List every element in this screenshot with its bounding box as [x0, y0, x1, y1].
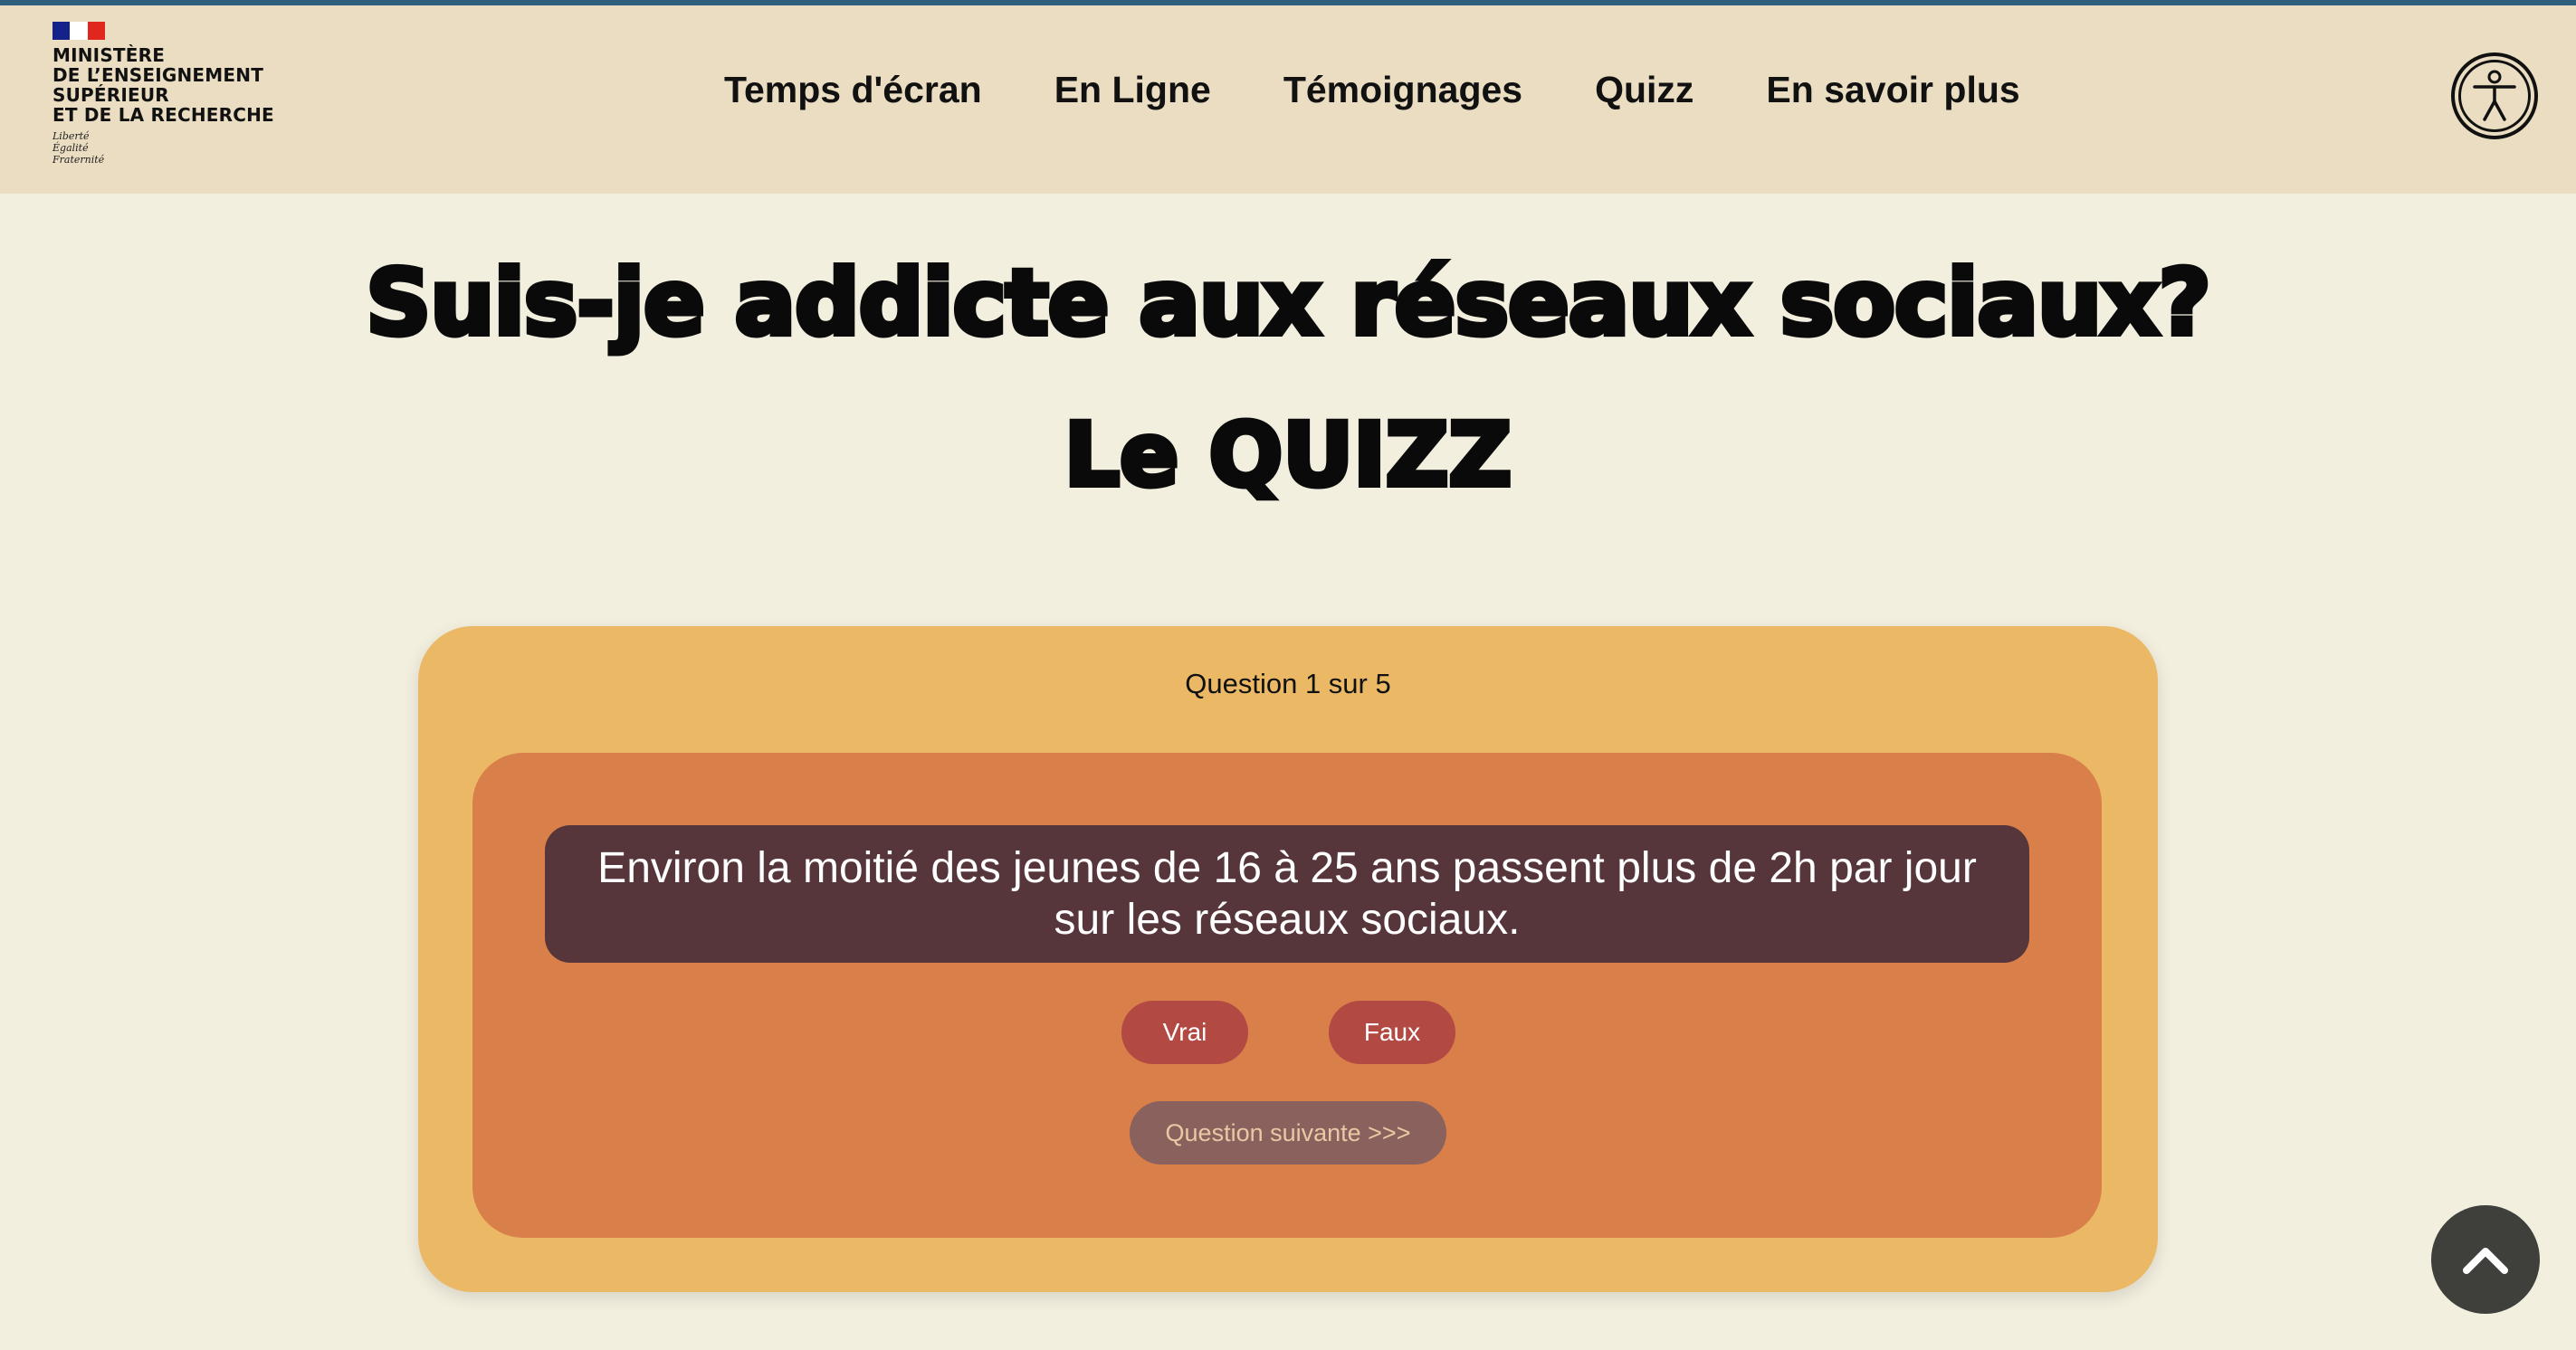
nav-item-temps-ecran[interactable]: Temps d'écran	[724, 69, 982, 111]
ministry-name: MINISTÈRE DE L’ENSEIGNEMENT SUPÉRIEUR ET…	[52, 45, 279, 125]
republic-motto: Liberté Égalité Fraternité	[52, 130, 279, 166]
accessibility-button[interactable]	[2451, 52, 2538, 139]
site-header: MINISTÈRE DE L’ENSEIGNEMENT SUPÉRIEUR ET…	[0, 5, 2576, 194]
motto-line: Fraternité	[52, 154, 105, 166]
scroll-to-top-button[interactable]	[2431, 1205, 2540, 1314]
chevron-up-icon	[2463, 1248, 2508, 1274]
ministry-name-line: DE L’ENSEIGNEMENT	[52, 64, 264, 86]
answer-false-button[interactable]: Faux	[1329, 1001, 1455, 1064]
answer-true-button[interactable]: Vrai	[1121, 1001, 1248, 1064]
ministry-name-line: MINISTÈRE	[52, 44, 166, 66]
nav-item-temoignages[interactable]: Témoignages	[1283, 69, 1522, 111]
nav-item-en-ligne[interactable]: En Ligne	[1054, 69, 1211, 111]
french-flag-icon	[52, 22, 105, 40]
nav-item-en-savoir-plus[interactable]: En savoir plus	[1766, 69, 2019, 111]
page-subtitle: Le QUIZZ	[1062, 402, 1514, 509]
accessibility-person-icon	[2458, 60, 2531, 132]
motto-line: Égalité	[52, 142, 89, 154]
quiz-progress: Question 1 sur 5	[1185, 668, 1391, 699]
next-question-button[interactable]: Question suivante >>>	[1130, 1101, 1446, 1165]
ministry-name-line: SUPÉRIEUR	[52, 84, 169, 106]
ministry-logo[interactable]: MINISTÈRE DE L’ENSEIGNEMENT SUPÉRIEUR ET…	[52, 22, 279, 176]
main-navigation: Temps d'écran En Ligne Témoignages Quizz…	[724, 69, 2020, 111]
motto-line: Liberté	[52, 130, 90, 142]
ministry-name-line: ET DE LA RECHERCHE	[52, 104, 274, 126]
quiz-panel: Environ la moitié des jeunes de 16 à 25 …	[472, 753, 2102, 1238]
nav-item-quizz[interactable]: Quizz	[1595, 69, 1693, 111]
page-title: Suis-je addicte aux réseaux sociaux?	[363, 247, 2214, 358]
question-text: Environ la moitié des jeunes de 16 à 25 …	[545, 825, 2029, 963]
quiz-card: Question 1 sur 5 Environ la moitié des j…	[418, 626, 2158, 1292]
